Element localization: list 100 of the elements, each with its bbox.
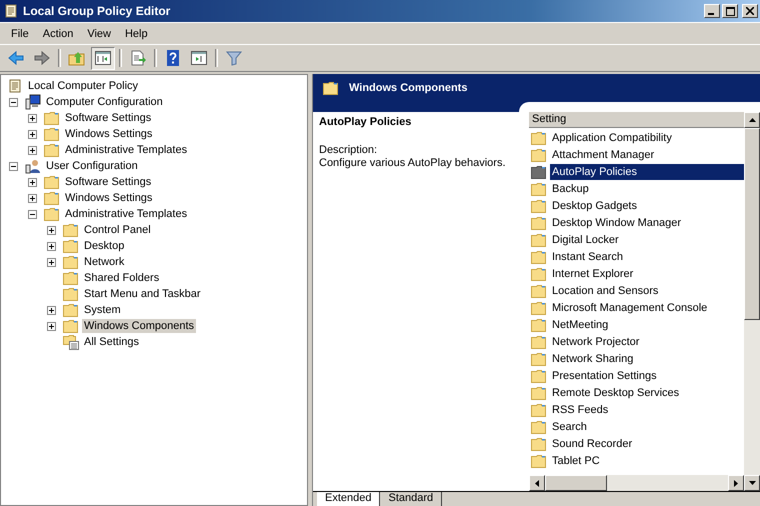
list-item[interactable]: Desktop Window Manager (550, 214, 744, 230)
folder-icon (63, 271, 79, 285)
description-label: Description: (319, 144, 378, 157)
up-arrow-icon (748, 118, 756, 122)
close-button[interactable] (742, 4, 758, 18)
tree-item[interactable]: Software Settings (63, 175, 154, 189)
expand-icon[interactable] (28, 178, 37, 186)
menu-item[interactable]: File (4, 28, 36, 40)
collapse-icon[interactable] (9, 162, 18, 170)
folder-icon (44, 127, 60, 141)
list-item[interactable]: Location and Sensors (550, 282, 744, 298)
folder-icon (531, 284, 547, 298)
list-item[interactable]: Application Compatibility (550, 130, 744, 146)
folder-icon (44, 175, 60, 189)
window-title: Local Group Policy Editor (23, 4, 172, 18)
tree-item[interactable]: Administrative Templates (63, 207, 190, 221)
minimize-button[interactable] (704, 4, 720, 18)
folder-icon (531, 436, 547, 450)
folder-icon (44, 191, 60, 205)
list-item[interactable]: Internet Explorer (550, 266, 744, 282)
collapse-icon[interactable] (9, 98, 18, 106)
folder-icon (44, 207, 60, 221)
tree-item[interactable]: Windows Settings (63, 191, 154, 205)
view-tab[interactable]: Standard (380, 492, 442, 506)
folder-icon (531, 266, 547, 280)
header-title: Windows Components (349, 82, 468, 94)
tree-item[interactable]: Windows Settings (63, 127, 154, 141)
column-header[interactable]: Setting (529, 112, 744, 128)
list-item[interactable]: Digital Locker (550, 232, 744, 248)
folder-icon (63, 255, 79, 269)
folder-icon (531, 386, 547, 400)
folder-icon (531, 334, 547, 348)
folder-icon (531, 402, 547, 416)
folder-icon (63, 303, 79, 317)
folder-icon (63, 223, 79, 237)
tree-item[interactable]: System (82, 303, 123, 317)
list-item[interactable]: Search (550, 418, 744, 434)
expand-icon[interactable] (28, 114, 37, 122)
tree-item[interactable]: Administrative Templates (63, 143, 190, 157)
folder-icon (63, 319, 79, 333)
folder-icon (531, 182, 547, 196)
tree-item[interactable]: Software Settings (63, 111, 154, 125)
folder-icon (531, 368, 547, 382)
expand-icon[interactable] (47, 306, 56, 314)
list-item[interactable]: Remote Desktop Services (550, 384, 744, 400)
tree-item[interactable]: All Settings (82, 335, 142, 349)
folder-icon (44, 111, 60, 125)
menu-item[interactable]: View (80, 28, 118, 40)
list-item[interactable]: Tablet PC (550, 452, 744, 468)
left-arrow-icon (535, 480, 539, 486)
list-item[interactable]: Desktop Gadgets (550, 198, 744, 214)
tree-item[interactable]: Control Panel (82, 223, 153, 237)
folder-icon (44, 143, 60, 157)
vertical-scrollbar[interactable] (744, 112, 760, 491)
expand-icon[interactable] (28, 194, 37, 202)
folder-icon (531, 198, 547, 212)
list-item[interactable]: Attachment Manager (550, 146, 744, 162)
list-item[interactable]: Presentation Settings (550, 368, 744, 384)
folder-icon (531, 300, 547, 314)
down-arrow-icon (748, 481, 756, 485)
pane-toggle-icon[interactable] (91, 46, 115, 70)
list-item[interactable]: RSS Feeds (550, 402, 744, 418)
tree-item[interactable]: Desktop (82, 239, 126, 253)
expand-icon[interactable] (28, 146, 37, 154)
folder-icon (531, 232, 547, 246)
collapse-icon[interactable] (28, 210, 37, 218)
tree-item[interactable]: Windows Components (82, 319, 196, 333)
maximize-button[interactable] (722, 4, 738, 18)
tree-item[interactable]: Start Menu and Taskbar (82, 287, 203, 301)
policy-title: AutoPlay Policies (319, 116, 412, 129)
tree-item[interactable]: Computer Configuration (44, 95, 165, 109)
list-item[interactable]: Network Projector (550, 334, 744, 350)
folder-icon (531, 216, 547, 230)
folder-icon (531, 130, 547, 144)
expand-icon[interactable] (47, 258, 56, 266)
tree-item[interactable]: Network (82, 255, 126, 269)
expand-icon[interactable] (47, 226, 56, 234)
folder-icon (63, 239, 79, 253)
expand-icon[interactable] (47, 242, 56, 250)
tree-item[interactable]: Shared Folders (82, 271, 162, 285)
menu-item[interactable]: Action (36, 28, 80, 40)
horizontal-scrollbar[interactable] (529, 475, 744, 491)
menu-item[interactable]: Help (118, 28, 155, 40)
close-icon (746, 7, 754, 15)
expand-icon[interactable] (28, 130, 37, 138)
folder-icon (323, 81, 339, 95)
list-item[interactable]: Instant Search (550, 248, 744, 264)
list-item[interactable]: Backup (550, 180, 744, 196)
list-item[interactable]: NetMeeting (550, 316, 744, 332)
tree-item[interactable]: User Configuration (44, 159, 140, 173)
list-item[interactable]: Network Sharing (550, 350, 744, 366)
list-item[interactable]: AutoPlay Policies (550, 164, 744, 180)
description-text: Configure various AutoPlay behaviors. (319, 157, 506, 170)
list-item[interactable]: Sound Recorder (550, 436, 744, 452)
folder-icon (531, 164, 547, 178)
expand-icon[interactable] (47, 322, 56, 330)
folder-icon (531, 250, 547, 264)
view-tab[interactable]: Extended (317, 492, 380, 506)
list-item[interactable]: Microsoft Management Console (550, 300, 744, 316)
tree-item[interactable]: Local Computer Policy (26, 79, 140, 93)
